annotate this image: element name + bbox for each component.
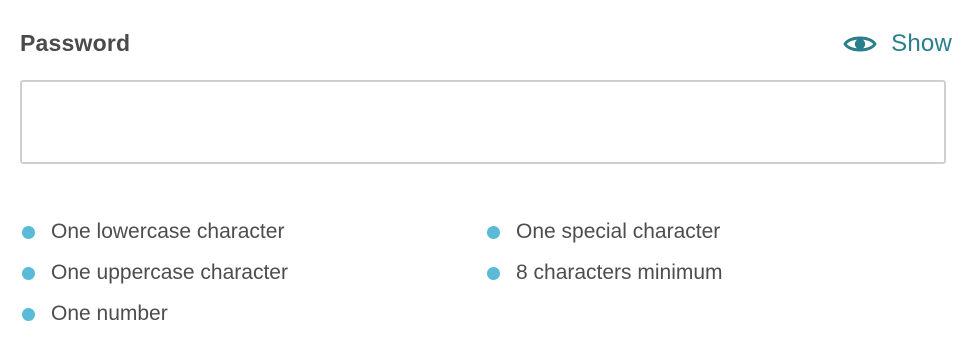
bullet-dot-icon xyxy=(487,225,500,239)
password-input[interactable] xyxy=(20,80,946,164)
show-password-label: Show xyxy=(891,30,952,57)
requirement-label: One uppercase character xyxy=(51,261,288,284)
show-password-toggle[interactable]: Show xyxy=(843,26,952,62)
password-label: Password xyxy=(20,30,131,56)
requirement-label: One special character xyxy=(516,220,721,243)
requirement-special: One special character xyxy=(485,214,723,250)
requirement-label: One number xyxy=(51,302,168,325)
bullet-dot-icon xyxy=(22,307,35,321)
bullet-dot-icon xyxy=(487,266,500,280)
requirements-right-column: One special character 8 characters minim… xyxy=(485,214,723,296)
eye-icon xyxy=(843,33,877,55)
requirement-label: 8 characters minimum xyxy=(516,261,723,284)
requirement-label: One lowercase character xyxy=(51,220,285,243)
requirements-left-column: One lowercase character One uppercase ch… xyxy=(20,214,288,337)
requirement-number: One number xyxy=(20,296,288,332)
requirement-uppercase: One uppercase character xyxy=(20,255,288,291)
requirement-lowercase: One lowercase character xyxy=(20,214,288,250)
bullet-dot-icon xyxy=(22,266,35,280)
bullet-dot-icon xyxy=(22,225,35,239)
requirement-min-length: 8 characters minimum xyxy=(485,255,723,291)
